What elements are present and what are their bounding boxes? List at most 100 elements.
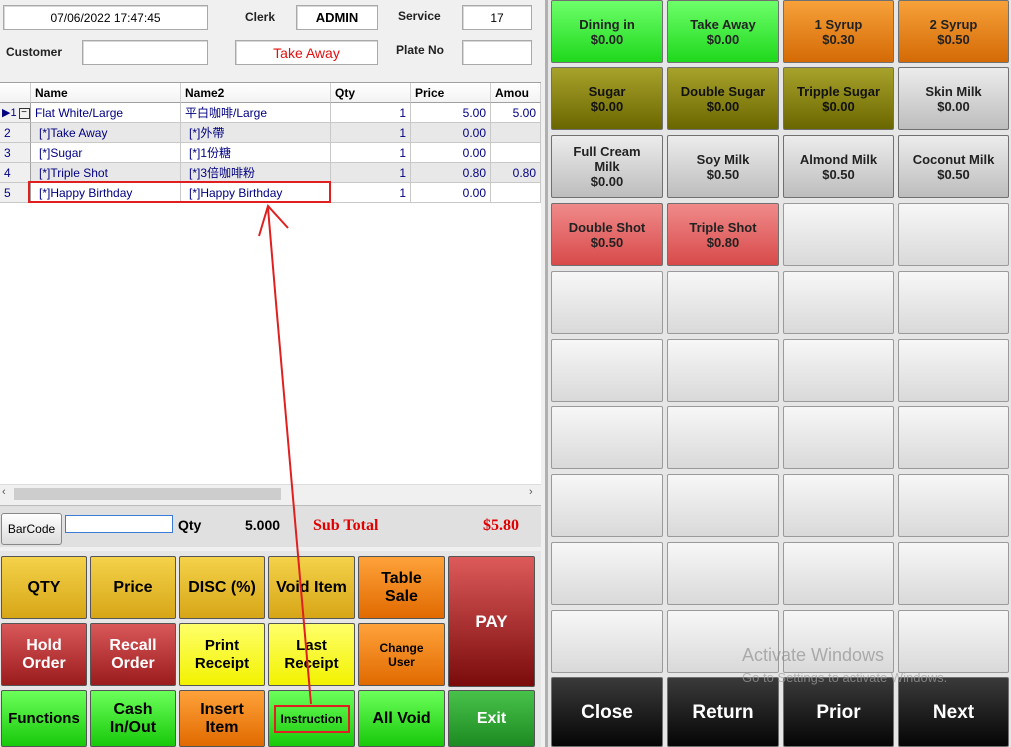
column-header-amount[interactable]: Amou <box>491 83 541 103</box>
empty-modifier-slot[interactable] <box>551 474 663 537</box>
row-index: 3 <box>0 143 31 163</box>
hold-order-button[interactable]: Hold Order <box>1 623 87 686</box>
service-field[interactable]: 17 <box>462 5 532 30</box>
table-row[interactable]: 2 [*]Take Away [*]外帶 1 0.00 <box>0 123 541 143</box>
cell-qty: 1 <box>331 143 411 163</box>
empty-modifier-slot[interactable] <box>667 271 779 334</box>
column-header-price[interactable]: Price <box>411 83 491 103</box>
column-header-qty[interactable]: Qty <box>331 83 411 103</box>
prior-button[interactable]: Prior <box>783 677 894 747</box>
barcode-button[interactable]: BarCode <box>1 513 62 545</box>
modifier-take-away-button[interactable]: Take Away $0.00 <box>667 0 779 63</box>
modifier-skin-milk-button[interactable]: Skin Milk $0.00 <box>898 67 1009 130</box>
table-row[interactable]: 3 [*]Sugar [*]1份糖 1 0.00 <box>0 143 541 163</box>
cell-price: 0.00 <box>411 123 491 143</box>
empty-modifier-slot[interactable] <box>898 542 1009 605</box>
empty-modifier-slot[interactable] <box>783 474 894 537</box>
modifier-triple-shot-button[interactable]: Triple Shot $0.80 <box>667 203 779 266</box>
order-type-field[interactable]: Take Away <box>235 40 378 65</box>
empty-modifier-slot[interactable] <box>898 474 1009 537</box>
modifier-full-cream-milk-button[interactable]: Full Cream Milk $0.00 <box>551 135 663 198</box>
empty-modifier-slot[interactable] <box>898 271 1009 334</box>
next-button[interactable]: Next <box>898 677 1009 747</box>
scrollbar-thumb[interactable] <box>14 488 281 500</box>
modifier-double-shot-button[interactable]: Double Shot $0.50 <box>551 203 663 266</box>
order-grid[interactable]: Name Name2 Qty Price Amou ▶1− Flat White… <box>0 82 541 502</box>
empty-modifier-slot[interactable] <box>551 406 663 469</box>
cell-name2: [*]3倍咖啡粉 <box>181 163 331 183</box>
row-index: ▶1− <box>0 103 31 123</box>
modifier-double-sugar-button[interactable]: Double Sugar $0.00 <box>667 67 779 130</box>
insert-item-button[interactable]: Insert Item <box>179 690 265 747</box>
instruction-button[interactable]: Instruction <box>268 690 355 747</box>
empty-modifier-slot[interactable] <box>667 406 779 469</box>
return-button[interactable]: Return <box>667 677 779 747</box>
empty-modifier-slot[interactable] <box>898 203 1009 266</box>
clerk-field[interactable]: ADMIN <box>296 5 378 30</box>
empty-modifier-slot[interactable] <box>551 542 663 605</box>
barcode-input[interactable] <box>65 515 173 533</box>
plate-no-field[interactable] <box>462 40 532 65</box>
print-receipt-button[interactable]: Print Receipt <box>179 623 265 686</box>
summary-bar: BarCode Qty 5.000 Sub Total $5.80 <box>0 505 541 547</box>
qty-button[interactable]: QTY <box>1 556 87 619</box>
price-button[interactable]: Price <box>90 556 176 619</box>
change-user-button[interactable]: Change User <box>358 623 445 686</box>
all-void-button[interactable]: All Void <box>358 690 445 747</box>
cell-name2: 平白咖啡/Large <box>181 103 331 123</box>
empty-modifier-slot[interactable] <box>783 406 894 469</box>
pay-button[interactable]: PAY <box>448 556 535 687</box>
empty-modifier-slot[interactable] <box>898 610 1009 673</box>
modifier-tripple-sugar-button[interactable]: Tripple Sugar $0.00 <box>783 67 894 130</box>
modifier-almond-milk-button[interactable]: Almond Milk $0.50 <box>783 135 894 198</box>
collapse-icon[interactable]: − <box>18 107 30 119</box>
cash-in-out-button[interactable]: Cash In/Out <box>90 690 176 747</box>
cell-amount <box>491 143 541 163</box>
row-index: 4 <box>0 163 31 183</box>
empty-modifier-slot[interactable] <box>551 610 663 673</box>
modifier-1-syrup-button[interactable]: 1 Syrup $0.30 <box>783 0 894 63</box>
modifier-coconut-milk-button[interactable]: Coconut Milk $0.50 <box>898 135 1009 198</box>
empty-modifier-slot[interactable] <box>667 474 779 537</box>
discount-button[interactable]: DISC (%) <box>179 556 265 619</box>
scroll-right-icon[interactable]: › <box>529 486 533 498</box>
empty-modifier-slot[interactable] <box>898 339 1009 402</box>
annotation-highlight-box <box>28 181 331 203</box>
modifier-soy-milk-button[interactable]: Soy Milk $0.50 <box>667 135 779 198</box>
clerk-label: Clerk <box>245 10 276 24</box>
plate-no-label: Plate No <box>396 43 445 57</box>
empty-modifier-slot[interactable] <box>551 339 663 402</box>
customer-field[interactable] <box>82 40 208 65</box>
column-header-name[interactable]: Name <box>31 83 181 103</box>
empty-modifier-slot[interactable] <box>783 339 894 402</box>
empty-modifier-slot[interactable] <box>783 203 894 266</box>
column-header-name2[interactable]: Name2 <box>181 83 331 103</box>
empty-modifier-slot[interactable] <box>667 542 779 605</box>
functions-button[interactable]: Functions <box>1 690 87 747</box>
close-button[interactable]: Close <box>551 677 663 747</box>
cell-price: 0.80 <box>411 163 491 183</box>
modifier-sugar-button[interactable]: Sugar $0.00 <box>551 67 663 130</box>
void-item-button[interactable]: Void Item <box>268 556 355 619</box>
modifier-dining-in-button[interactable]: Dining in $0.00 <box>551 0 663 63</box>
empty-modifier-slot[interactable] <box>551 271 663 334</box>
subtotal-value: $5.80 <box>483 517 519 534</box>
table-row[interactable]: 4 [*]Triple Shot [*]3倍咖啡粉 1 0.80 0.80 <box>0 163 541 183</box>
customer-label: Customer <box>6 45 63 59</box>
cell-qty: 1 <box>331 103 411 123</box>
empty-modifier-slot[interactable] <box>783 271 894 334</box>
exit-button[interactable]: Exit <box>448 690 535 747</box>
datetime-field: 07/06/2022 17:47:45 <box>3 5 208 30</box>
empty-modifier-slot[interactable] <box>667 339 779 402</box>
empty-modifier-slot[interactable] <box>783 542 894 605</box>
modifier-2-syrup-button[interactable]: 2 Syrup $0.50 <box>898 0 1009 63</box>
cell-price: 0.00 <box>411 143 491 163</box>
table-sale-button[interactable]: Table Sale <box>358 556 445 619</box>
last-receipt-button[interactable]: Last Receipt <box>268 623 355 686</box>
scroll-left-icon[interactable]: ‹ <box>2 486 6 498</box>
grid-horizontal-scrollbar[interactable]: ‹ › <box>0 484 541 502</box>
activate-windows-title: Activate Windows <box>742 645 885 665</box>
empty-modifier-slot[interactable] <box>898 406 1009 469</box>
table-row[interactable]: ▶1− Flat White/Large 平白咖啡/Large 1 5.00 5… <box>0 103 541 123</box>
recall-order-button[interactable]: Recall Order <box>90 623 176 686</box>
